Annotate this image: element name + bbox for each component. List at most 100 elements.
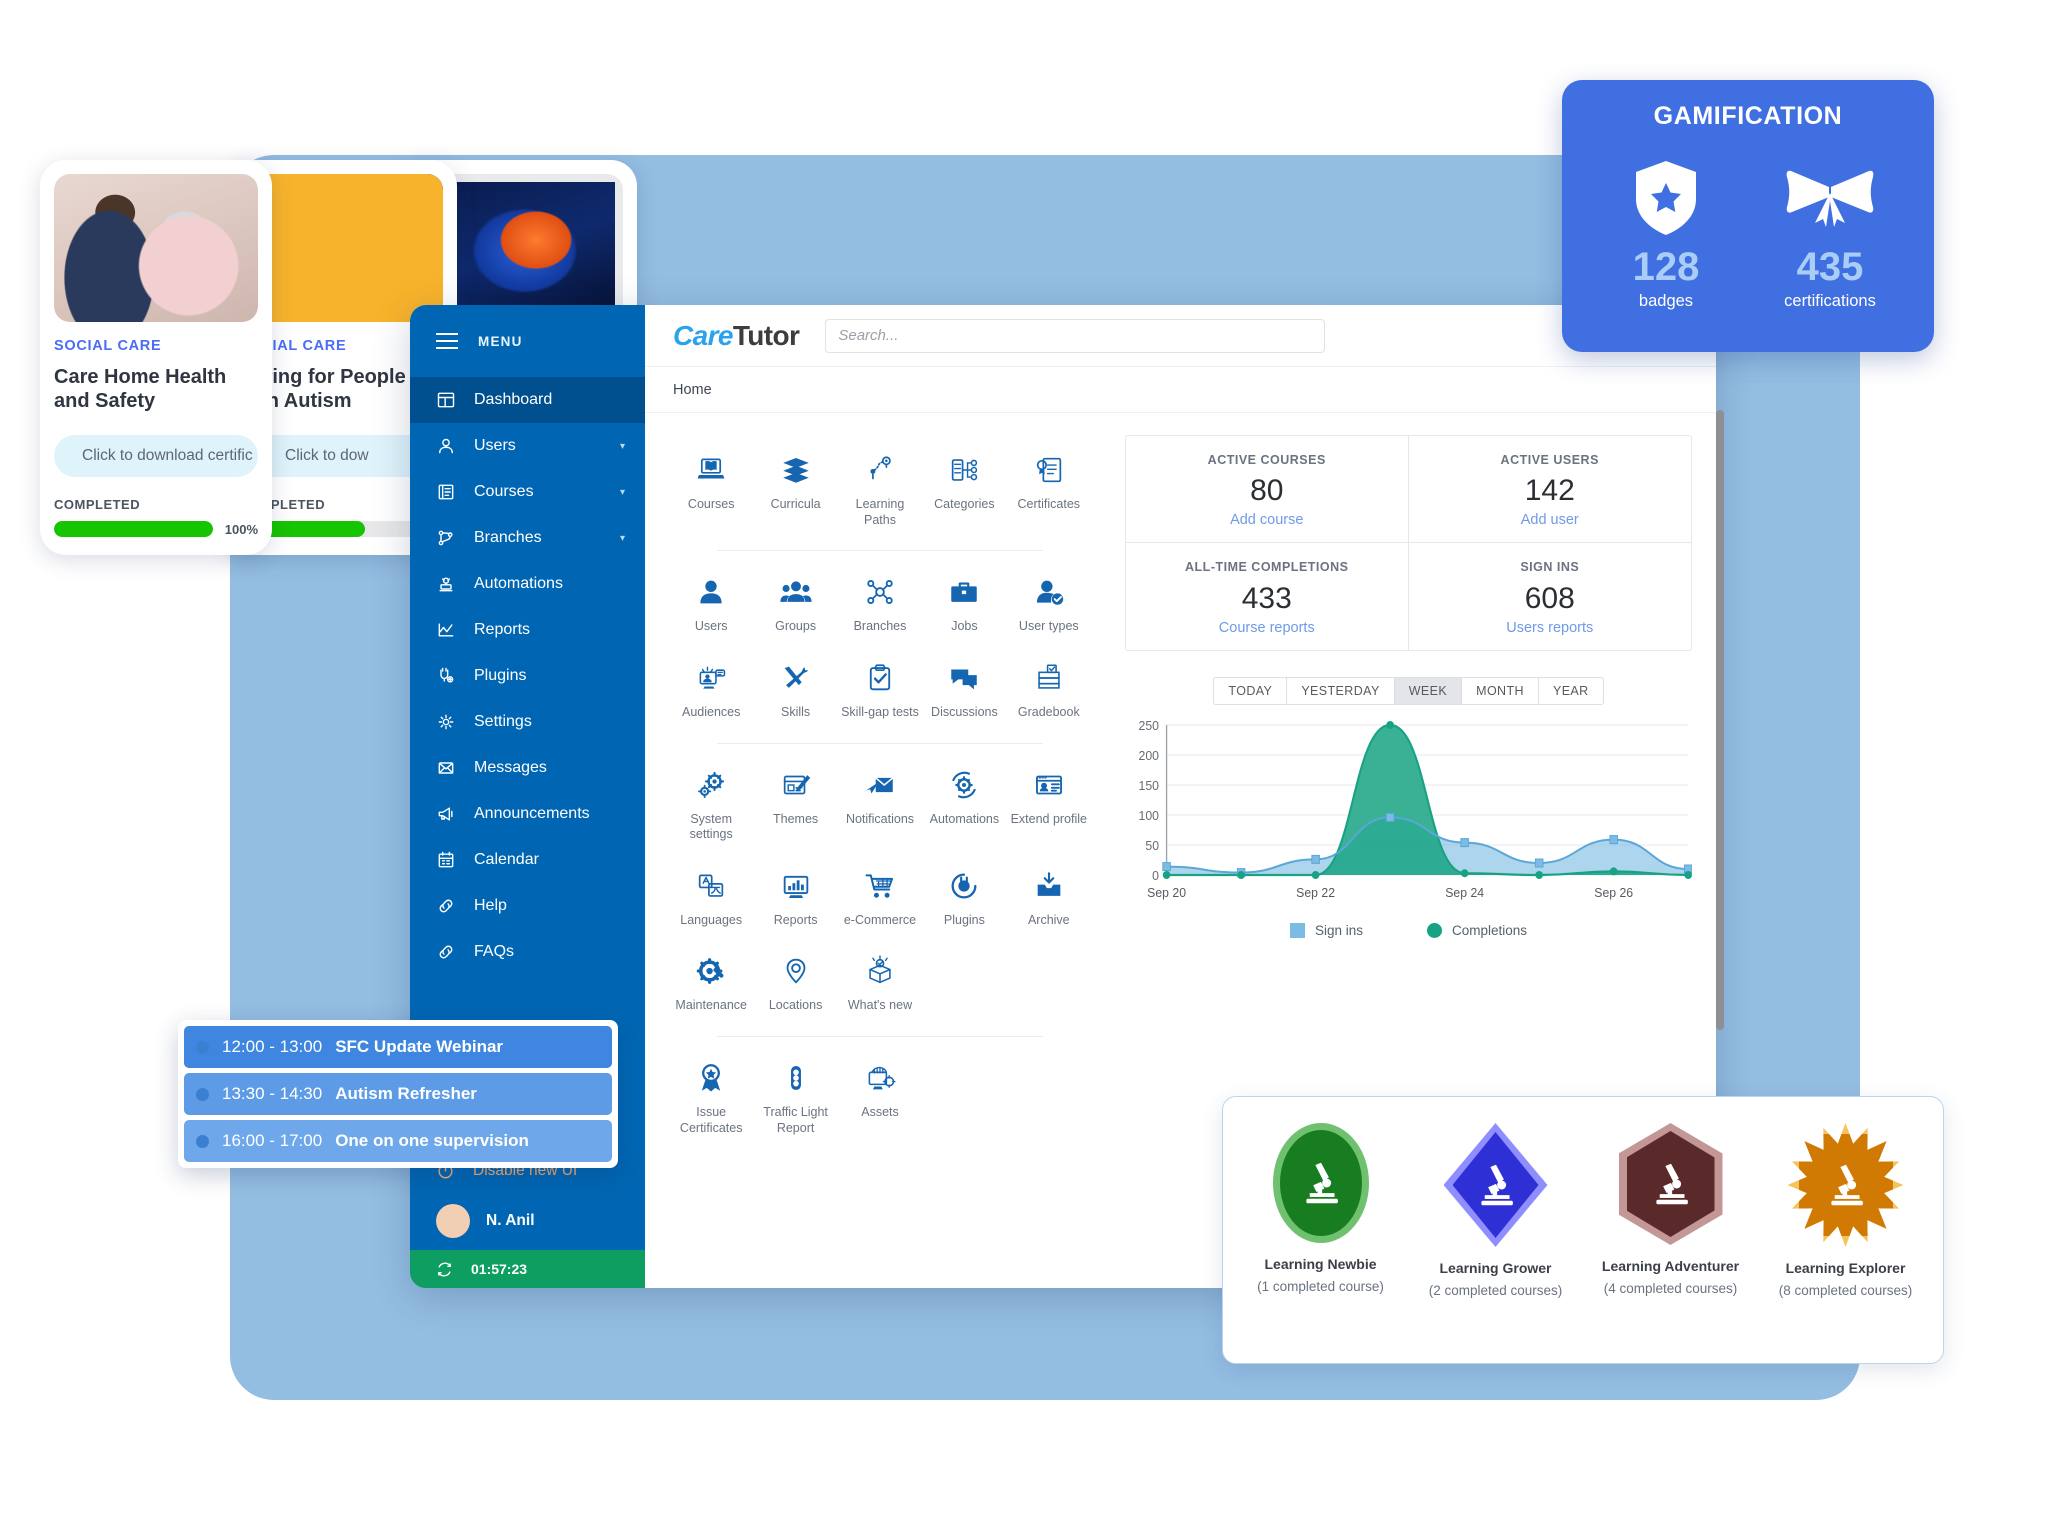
- session-timer[interactable]: 01:57:23: [410, 1250, 645, 1288]
- chevron-down-icon[interactable]: ▾: [620, 487, 625, 498]
- schedule-event[interactable]: 16:00 - 17:00 One on one supervision: [184, 1120, 612, 1162]
- quick-link-system-settings[interactable]: System settings: [669, 754, 753, 851]
- badge-item[interactable]: Learning Grower (2 completed courses): [1416, 1123, 1576, 1300]
- quick-link-languages[interactable]: Languages: [669, 855, 753, 937]
- quick-link-locations[interactable]: Locations: [753, 940, 837, 1022]
- chart-range-month[interactable]: MONTH: [1461, 676, 1538, 705]
- sidebar-item-faqs[interactable]: FAQs: [410, 929, 645, 975]
- quick-link-skills[interactable]: Skills: [753, 647, 837, 729]
- quick-link-e-commerce[interactable]: e-Commerce: [838, 855, 922, 937]
- quick-link-audiences[interactable]: Audiences: [669, 647, 753, 729]
- quick-link-categories[interactable]: Categories: [922, 439, 1006, 536]
- quick-link-label: Courses: [687, 497, 735, 511]
- sidebar-item-automations[interactable]: Automations: [410, 561, 645, 607]
- quick-link-assets[interactable]: Assets: [838, 1047, 922, 1144]
- quick-link-curricula[interactable]: Curricula: [753, 439, 837, 536]
- stat-value: 608: [1524, 581, 1575, 615]
- quick-link-courses[interactable]: Courses: [669, 439, 753, 536]
- quick-link-users[interactable]: Users: [669, 561, 753, 643]
- sidebar-item-label: FAQs: [474, 943, 515, 960]
- sidebar-item-settings[interactable]: Settings: [410, 699, 645, 745]
- stacked-books-icon: [782, 457, 809, 483]
- chart-range-today[interactable]: TODAY: [1213, 676, 1287, 705]
- chart-range-yesterday[interactable]: YESTERDAY: [1286, 676, 1394, 705]
- badge-item[interactable]: Learning Adventurer (4 completed courses): [1591, 1123, 1751, 1298]
- calendar-icon: [438, 851, 454, 868]
- badge-item[interactable]: Learning Newbie (1 completed course): [1241, 1123, 1401, 1296]
- sidebar-user[interactable]: N. Anil: [410, 1192, 645, 1250]
- quick-link-jobs[interactable]: Jobs: [922, 561, 1006, 643]
- stat-value: 142: [1524, 474, 1575, 508]
- schedule-event[interactable]: 12:00 - 13:00 SFC Update Webinar: [184, 1026, 612, 1068]
- plug-circle-icon: [951, 873, 977, 899]
- sidebar-item-dashboard[interactable]: Dashboard: [410, 377, 645, 423]
- sidebar-item-label: Calendar: [474, 851, 539, 868]
- stat-link[interactable]: Add user: [1419, 512, 1682, 528]
- sidebar-item-messages[interactable]: Messages: [410, 745, 645, 791]
- quick-link-gradebook[interactable]: Gradebook: [1007, 647, 1091, 729]
- quick-link-discussions[interactable]: Discussions: [922, 647, 1006, 729]
- quick-link-label: Languages: [680, 912, 743, 927]
- quick-link-traffic-light-report[interactable]: Traffic Light Report: [753, 1047, 837, 1144]
- sidebar-item-plugins[interactable]: Plugins: [410, 653, 645, 699]
- quick-link-label: User types: [1018, 619, 1079, 634]
- award-ribbon-icon: [701, 1064, 721, 1092]
- quick-link-what-s-new[interactable]: What's new: [838, 940, 922, 1022]
- sidebar-item-label: Users: [474, 437, 516, 454]
- download-certificate-button[interactable]: Click to download certific: [54, 435, 258, 477]
- quick-link-branches[interactable]: Branches: [838, 561, 922, 643]
- download-certificate-label: Click to dow: [285, 447, 369, 464]
- quick-link-label: Issue Certificates: [679, 1105, 743, 1135]
- chart-range-week[interactable]: WEEK: [1393, 676, 1462, 705]
- stat-title: ACTIVE USERS: [1500, 453, 1599, 467]
- stat-link[interactable]: Users reports: [1419, 620, 1682, 636]
- quick-link-themes[interactable]: Themes: [753, 754, 837, 851]
- chart-range-year[interactable]: YEAR: [1537, 676, 1604, 705]
- sidebar-item-courses[interactable]: Courses ▾: [410, 469, 645, 515]
- quick-link-label: Jobs: [951, 619, 978, 634]
- quick-link-notifications[interactable]: Notifications: [838, 754, 922, 851]
- sidebar-item-users[interactable]: Users ▾: [410, 423, 645, 469]
- stat-title: ACTIVE COURSES: [1207, 453, 1326, 467]
- schedule-event[interactable]: 13:30 - 14:30 Autism Refresher: [184, 1073, 612, 1115]
- chevron-down-icon[interactable]: ▾: [620, 533, 625, 544]
- quick-link-extend-profile[interactable]: Extend profile: [1007, 754, 1091, 851]
- quick-link-certificates[interactable]: Certificates: [1007, 439, 1091, 536]
- quick-link-learning-paths[interactable]: Learning Paths: [838, 439, 922, 536]
- schedule-overlay: 12:00 - 13:00 SFC Update Webinar 13:30 - 1…: [178, 1020, 618, 1168]
- certifications-caption: certifications: [1784, 292, 1876, 310]
- divider: [717, 1036, 1043, 1037]
- app-logo[interactable]: CareTutor: [673, 320, 800, 352]
- stats-grid: ACTIVE COURSES 80 Add course ACTIVE USERS 14…: [1125, 435, 1692, 651]
- sidebar-item-announcements[interactable]: Announcements: [410, 791, 645, 837]
- certificate-icon: [1036, 457, 1061, 483]
- search-input[interactable]: Search...: [825, 318, 1326, 353]
- sidebar-item-help[interactable]: Help: [410, 883, 645, 929]
- quick-link-groups[interactable]: Groups: [753, 561, 837, 643]
- avatar: [436, 1204, 470, 1238]
- sidebar-item-branches[interactable]: Branches ▾: [410, 515, 645, 561]
- quick-link-plugins[interactable]: Plugins: [922, 855, 1006, 937]
- sidebar-item-calendar[interactable]: Calendar: [410, 837, 645, 883]
- svg-text:100: 100: [1139, 808, 1159, 822]
- stat-card: ACTIVE USERS 142 Add user: [1408, 436, 1691, 544]
- quick-link-automations[interactable]: Automations: [922, 754, 1006, 851]
- link-icon: [439, 945, 453, 959]
- breadcrumb-home[interactable]: Home: [673, 382, 712, 398]
- chevron-down-icon[interactable]: ▾: [620, 441, 625, 452]
- sidebar-item-reports[interactable]: Reports: [410, 607, 645, 653]
- page-scrollbar[interactable]: [1716, 410, 1724, 1030]
- quick-link-issue-certificates[interactable]: Issue Certificates: [669, 1047, 753, 1144]
- course-card[interactable]: SOCIAL CARE Care Home Health and Safety …: [40, 160, 272, 555]
- badges-count: 128: [1632, 245, 1700, 289]
- badge-item[interactable]: Learning Explorer (8 completed courses): [1766, 1123, 1926, 1300]
- quick-link-reports[interactable]: Reports: [753, 855, 837, 937]
- quick-link-archive[interactable]: Archive: [1007, 855, 1091, 937]
- quick-link-user-types[interactable]: User types: [1007, 561, 1091, 643]
- ribbon-bow-icon: [1786, 170, 1874, 227]
- sidebar-menu-toggle[interactable]: MENU: [410, 305, 645, 377]
- quick-link-skill-gap-tests[interactable]: Skill-gap tests: [838, 647, 922, 729]
- stat-link[interactable]: Add course: [1136, 512, 1398, 528]
- stat-link[interactable]: Course reports: [1136, 620, 1398, 636]
- quick-link-maintenance[interactable]: Maintenance: [669, 940, 753, 1022]
